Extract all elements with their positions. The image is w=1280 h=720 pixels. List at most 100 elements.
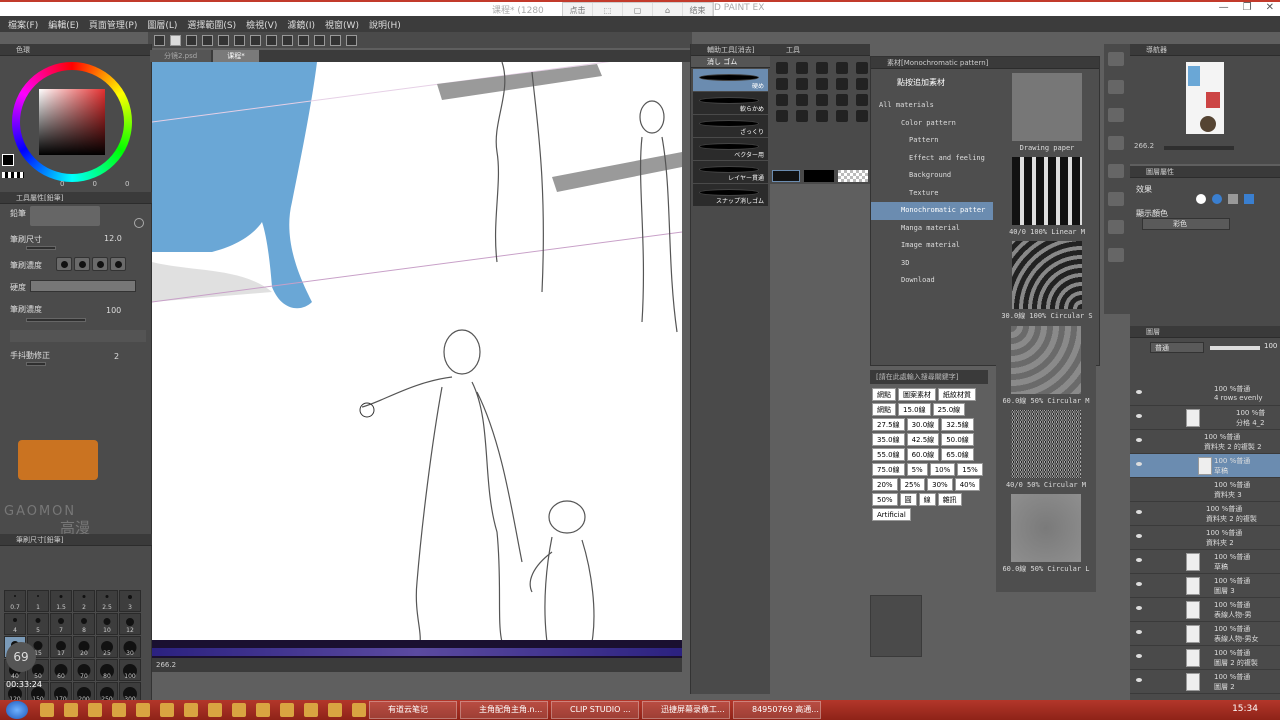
navigator-zoom[interactable]: 266.2 xyxy=(1134,142,1154,150)
tag[interactable]: 42.5線 xyxy=(906,433,940,446)
brush-size-cell[interactable]: 60 xyxy=(50,659,72,681)
menu-selection[interactable]: 選擇範圍(S) xyxy=(185,18,238,31)
brush-size-cell[interactable]: 0.7 xyxy=(4,590,26,612)
brush-size-cell[interactable]: 12 xyxy=(119,613,141,635)
new-file-icon[interactable] xyxy=(170,34,181,46)
material-thumb[interactable] xyxy=(1012,73,1082,141)
history-icon[interactable] xyxy=(1108,164,1124,178)
eyedropper-tool-icon[interactable] xyxy=(796,78,808,90)
tag[interactable]: 圖案素材 xyxy=(898,388,936,401)
help-icon[interactable] xyxy=(346,34,357,46)
subtool-item-soft[interactable]: 軟らかめ xyxy=(693,92,768,114)
close-icon[interactable] xyxy=(1108,52,1124,66)
brush-size-cell[interactable]: 25 xyxy=(96,636,118,658)
tag[interactable]: 線 xyxy=(918,493,936,506)
pencil-tool-icon[interactable] xyxy=(836,78,848,90)
ie-icon[interactable] xyxy=(112,703,126,717)
tag[interactable]: 10% xyxy=(929,463,956,476)
task-doc[interactable]: 主角配角主角.n... xyxy=(460,701,548,719)
tab-storyboard[interactable]: 分镜2.psd xyxy=(150,50,212,62)
minimize-icon[interactable]: — xyxy=(1219,2,1229,13)
tag[interactable]: 50.0線 xyxy=(941,433,974,446)
brush-size-value[interactable]: 12.0 xyxy=(104,234,122,243)
info-icon[interactable] xyxy=(1108,136,1124,150)
tag[interactable]: 32.5線 xyxy=(941,418,974,431)
density-value[interactable]: 100 xyxy=(106,306,121,315)
tab-lesson[interactable]: 课程* xyxy=(213,50,259,62)
app-icon[interactable] xyxy=(208,703,222,717)
task-qq[interactable]: 84950769 高通... xyxy=(733,701,821,719)
brush-size-cell[interactable]: 17 xyxy=(50,636,72,658)
eraser-icon[interactable] xyxy=(314,34,325,46)
tag[interactable]: 15% xyxy=(957,463,983,476)
select-tool-icon[interactable] xyxy=(776,78,788,90)
brush-size-cell[interactable]: 20 xyxy=(73,636,95,658)
fill-tool-icon[interactable] xyxy=(816,94,828,106)
main-color-chip[interactable] xyxy=(772,170,800,182)
transparent-swatch[interactable] xyxy=(2,172,24,178)
layer-row[interactable]: 100 %普通 表線人物-男 xyxy=(1130,598,1280,622)
undo-icon[interactable] xyxy=(218,34,229,46)
app-icon[interactable] xyxy=(352,703,366,717)
subtool-item-vector[interactable]: ベクター用 xyxy=(693,138,768,160)
tree-image[interactable]: Image material xyxy=(871,237,993,255)
app-icon[interactable] xyxy=(328,703,342,717)
brush-size-cell[interactable]: 2.5 xyxy=(96,590,118,612)
menu-filter[interactable]: 濾鏡(I) xyxy=(285,18,317,31)
layer-row[interactable]: 100 %普通 資料夾 2 的複製 2 xyxy=(1130,430,1280,454)
app-icon[interactable] xyxy=(160,703,174,717)
app-icon[interactable] xyxy=(304,703,318,717)
tree-download[interactable]: Download xyxy=(871,272,993,290)
media-icon[interactable] xyxy=(64,703,78,717)
text-tool-icon[interactable] xyxy=(816,110,828,122)
auto-action-icon[interactable] xyxy=(1108,192,1124,206)
paper-options[interactable] xyxy=(30,280,136,292)
app-icon[interactable] xyxy=(136,703,150,717)
system-clock[interactable]: 15:34 xyxy=(1232,704,1258,714)
brush-size-cell[interactable]: 70 xyxy=(73,659,95,681)
tag[interactable]: 網點 xyxy=(872,403,896,416)
tree-manga[interactable]: Manga material xyxy=(871,220,993,238)
quick-access-icon[interactable] xyxy=(1108,248,1124,262)
layer-row[interactable]: 100 %普通 圖層 2 xyxy=(1130,670,1280,694)
brush-size-cell[interactable]: 8 xyxy=(73,613,95,635)
tag[interactable]: 25.0線 xyxy=(932,403,966,416)
density-slider[interactable] xyxy=(26,318,86,322)
menu-edit[interactable]: 編輯(E) xyxy=(46,18,81,31)
menu-layer[interactable]: 圖層(L) xyxy=(145,18,179,31)
ruler-tool-icon[interactable] xyxy=(796,110,808,122)
effect-layer-color-icon[interactable] xyxy=(1244,194,1254,204)
start-button[interactable] xyxy=(6,701,28,719)
balloon-tool-icon[interactable] xyxy=(836,110,848,122)
tree-color-pattern[interactable]: Color pattern xyxy=(871,115,993,133)
airbrush-tool-icon[interactable] xyxy=(776,94,788,106)
brush-size-cell[interactable]: 1.5 xyxy=(50,590,72,612)
navigator-zoom-slider[interactable] xyxy=(1164,146,1234,150)
subtool-item-rough[interactable]: ざっくり xyxy=(693,115,768,137)
tag[interactable]: 30% xyxy=(927,478,953,491)
tree-texture[interactable]: Texture xyxy=(871,185,993,203)
brush-tool-icon[interactable] xyxy=(856,78,868,90)
hardness-option-1[interactable] xyxy=(56,257,72,271)
app-icon[interactable] xyxy=(184,703,198,717)
brush-size-cell[interactable]: 10 xyxy=(96,613,118,635)
task-clip-studio[interactable]: CLIP STUDIO ... xyxy=(551,701,639,719)
zoom-tool-icon[interactable] xyxy=(776,62,788,74)
task-notes[interactable]: 有道云笔记 xyxy=(369,701,457,719)
menu-page[interactable]: 頁面管理(P) xyxy=(87,18,139,31)
open-file-icon[interactable] xyxy=(186,34,197,46)
hardness-option-2[interactable] xyxy=(74,257,90,271)
color-wheel[interactable] xyxy=(12,62,132,182)
tag[interactable]: 20% xyxy=(872,478,898,491)
close-icon[interactable]: ✕ xyxy=(1266,2,1274,13)
sub-view-icon[interactable] xyxy=(1108,108,1124,122)
eraser-tool-icon[interactable] xyxy=(796,94,808,106)
move-tool-icon[interactable] xyxy=(836,62,848,74)
color-set-icon[interactable] xyxy=(1108,220,1124,234)
redo-icon[interactable] xyxy=(234,34,245,46)
layer-row[interactable]: 100 %普通 資料夾 2 的複製 xyxy=(1130,502,1280,526)
folder-icon[interactable] xyxy=(40,703,54,717)
snap-icon[interactable] xyxy=(330,34,341,46)
subtool-tab[interactable]: 消し ゴム xyxy=(691,56,770,68)
tag[interactable]: 27.5線 xyxy=(872,418,905,431)
